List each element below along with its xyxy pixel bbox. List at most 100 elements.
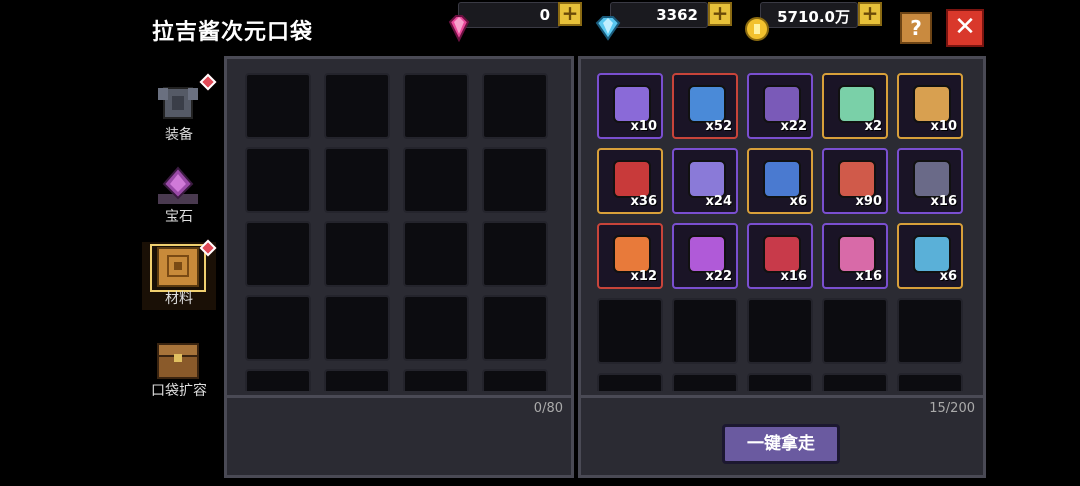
empty-slot[interactable]	[747, 373, 813, 391]
material-item-icon	[913, 235, 951, 273]
close-button[interactable]: ✕	[946, 9, 984, 47]
blue-diamond-icon	[595, 16, 621, 41]
empty-slot[interactable]	[482, 295, 548, 361]
empty-slot[interactable]	[403, 369, 469, 391]
empty-slot[interactable]	[245, 73, 311, 139]
divider	[227, 395, 571, 398]
sidebar-item-equipment[interactable]: 装备	[142, 73, 217, 146]
item-quantity: x52	[705, 119, 732, 134]
divider	[581, 395, 983, 398]
empty-slot[interactable]	[245, 147, 311, 213]
sidebar-item-label: 宝石	[165, 209, 193, 225]
add-pink-gem-button[interactable]: +	[558, 2, 582, 26]
armor-icon	[158, 87, 198, 119]
empty-slot[interactable]	[245, 221, 311, 287]
material-item-slot[interactable]: x22	[672, 223, 738, 289]
empty-slot[interactable]	[324, 295, 390, 361]
gem-icon	[158, 166, 198, 204]
item-quantity: x6	[939, 269, 957, 284]
empty-slot[interactable]	[672, 373, 738, 391]
material-item-slot[interactable]: x2	[822, 73, 888, 139]
material-item-slot[interactable]: x6	[747, 148, 813, 214]
item-quantity: x16	[780, 269, 807, 284]
empty-slot[interactable]	[482, 147, 548, 213]
empty-slot[interactable]	[897, 373, 963, 391]
empty-slot[interactable]	[403, 295, 469, 361]
empty-slot[interactable]	[324, 73, 390, 139]
empty-slot[interactable]	[324, 369, 390, 391]
material-item-slot[interactable]: x90	[822, 148, 888, 214]
material-item-icon	[688, 85, 726, 123]
sidebar-item-label: 材料	[165, 291, 193, 307]
material-item-slot[interactable]: x52	[672, 73, 738, 139]
material-item-icon	[688, 235, 726, 273]
pocket-count: 0/80	[533, 401, 563, 416]
help-button[interactable]: ?	[900, 12, 932, 44]
empty-slot[interactable]	[482, 369, 548, 391]
material-item-slot[interactable]: x10	[897, 73, 963, 139]
item-quantity: x36	[630, 194, 657, 209]
material-item-slot[interactable]: x16	[897, 148, 963, 214]
material-item-slot[interactable]: x16	[747, 223, 813, 289]
take-all-button[interactable]: 一键拿走	[722, 424, 840, 464]
empty-slot[interactable]	[482, 73, 548, 139]
empty-slot[interactable]	[597, 373, 663, 391]
empty-slot[interactable]	[324, 147, 390, 213]
sidebar-item-expand-pocket[interactable]: 口袋扩容	[142, 334, 216, 402]
item-quantity: x12	[630, 269, 657, 284]
backpack-panel: x10 x52 x22 x2 x10 x36 x24 x6 x90 x16 x12 x22 x16 x16…	[578, 56, 986, 478]
empty-slot[interactable]	[747, 298, 813, 364]
add-gold-coin-button[interactable]: +	[858, 2, 882, 26]
page-title: 拉吉酱次元口袋	[152, 20, 314, 45]
blue-diamond-value: 3362	[656, 6, 698, 24]
material-item-icon	[613, 85, 651, 123]
empty-slot[interactable]	[482, 221, 548, 287]
item-quantity: x22	[780, 119, 807, 134]
material-item-icon	[913, 160, 951, 198]
empty-slot[interactable]	[403, 73, 469, 139]
material-icon	[150, 244, 206, 292]
material-item-icon	[688, 160, 726, 198]
material-item-icon	[763, 235, 801, 273]
empty-slot[interactable]	[897, 298, 963, 364]
material-item-icon	[763, 85, 801, 123]
material-item-slot[interactable]: x6	[897, 223, 963, 289]
material-item-slot[interactable]: x22	[747, 73, 813, 139]
sidebar-item-gems[interactable]: 宝石	[142, 160, 216, 228]
empty-slot[interactable]	[403, 147, 469, 213]
empty-slot[interactable]	[245, 295, 311, 361]
material-item-icon	[613, 160, 651, 198]
material-item-icon	[838, 85, 876, 123]
add-blue-diamond-button[interactable]: +	[708, 2, 732, 26]
item-quantity: x16	[855, 269, 882, 284]
sidebar-item-label: 口袋扩容	[151, 383, 207, 399]
pocket-grid	[245, 73, 555, 391]
gold-coin-value: 5710.0万	[777, 8, 850, 26]
chest-icon	[157, 343, 199, 379]
material-item-slot[interactable]: x16	[822, 223, 888, 289]
item-quantity: x10	[930, 119, 957, 134]
material-item-icon	[838, 235, 876, 273]
pocket-panel: 0/80	[224, 56, 574, 478]
material-item-slot[interactable]: x24	[672, 148, 738, 214]
empty-slot[interactable]	[403, 221, 469, 287]
material-item-slot[interactable]: x36	[597, 148, 663, 214]
item-quantity: x90	[855, 194, 882, 209]
empty-slot[interactable]	[245, 369, 311, 391]
empty-slot[interactable]	[597, 298, 663, 364]
backpack-grid: x10 x52 x22 x2 x10 x36 x24 x6 x90 x16 x12 x22 x16 x16…	[597, 73, 973, 391]
empty-slot[interactable]	[672, 298, 738, 364]
pink-gem-value: 0	[539, 6, 550, 24]
sidebar-item-label: 装备	[165, 127, 193, 143]
material-item-icon	[838, 160, 876, 198]
empty-slot[interactable]	[324, 221, 390, 287]
sidebar-item-materials[interactable]: 材料	[142, 239, 217, 310]
empty-slot[interactable]	[822, 298, 888, 364]
material-item-icon	[763, 160, 801, 198]
material-item-slot[interactable]: x12	[597, 223, 663, 289]
item-quantity: x6	[789, 194, 807, 209]
empty-slot[interactable]	[822, 373, 888, 391]
item-quantity: x16	[930, 194, 957, 209]
material-item-slot[interactable]: x10	[597, 73, 663, 139]
material-item-icon	[613, 235, 651, 273]
